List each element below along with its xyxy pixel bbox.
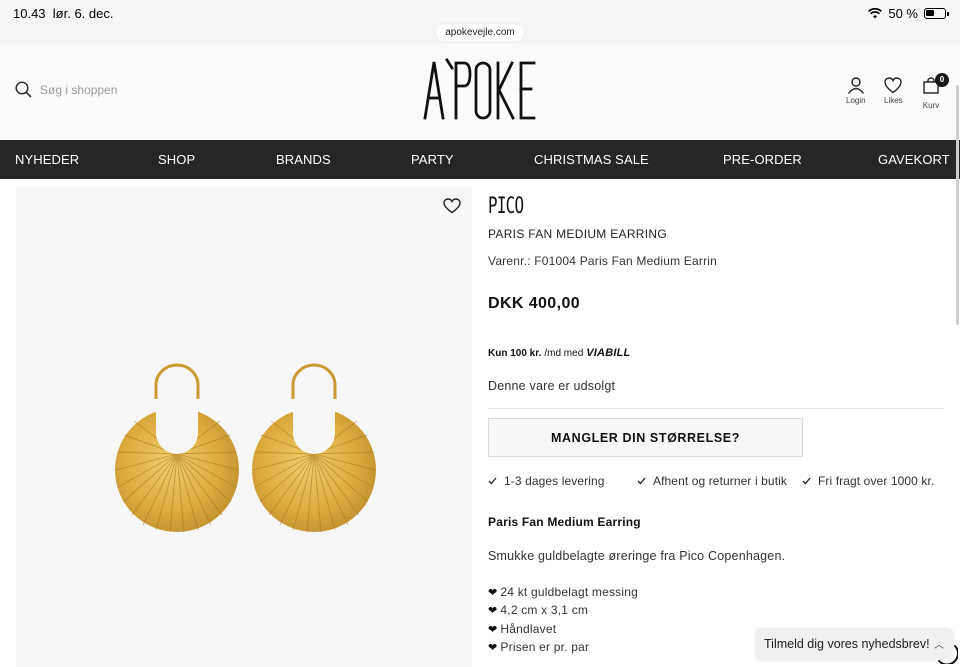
main-nav: NYHEDER SHOP BRANDS PARTY CHRISTMAS SALE…: [0, 140, 960, 179]
description-title: Paris Fan Medium Earring: [488, 515, 641, 529]
heart-icon: [884, 77, 903, 94]
nav-item-pre-order[interactable]: PRE-ORDER: [723, 152, 802, 167]
viabill-amount: Kun 100 kr.: [488, 347, 542, 359]
search-input[interactable]: Søg i shoppen: [40, 83, 117, 97]
stock-status: Denne vare er udsolgt: [488, 379, 616, 393]
product-name: PARIS FAN MEDIUM EARRING: [488, 227, 667, 241]
nav-item-nyheder[interactable]: NYHEDER: [15, 152, 79, 167]
feature-item: ❤ 24 kt guldbelagt messing: [488, 584, 638, 602]
feature-text: 4,2 cm x 3,1 cm: [500, 603, 589, 618]
feature-text: 24 kt guldbelagt messing: [500, 585, 638, 599]
nav-item-christmas-sale[interactable]: CHRISTMAS SALE: [534, 152, 649, 167]
date: lør. 6. dec.: [52, 6, 114, 21]
usp-free-shipping: Fri fragt over 1000 kr.: [802, 474, 934, 488]
viabill-logo: VIABILL: [586, 347, 631, 359]
heart-bullet-icon: ❤: [488, 587, 498, 599]
checkmark-icon: [637, 477, 646, 485]
status-indicators: 50 %: [868, 6, 949, 21]
heart-bullet-icon: ❤: [488, 641, 498, 654]
clock: 10.43: [13, 6, 46, 21]
usp-label: Afhent og returner i butik: [653, 474, 788, 488]
wifi-icon: [868, 8, 883, 19]
user-icon: [847, 77, 864, 94]
scrollbar[interactable]: [956, 85, 959, 325]
usp-delivery: 1-3 dages levering: [488, 474, 605, 488]
battery-percent: 50 %: [888, 6, 918, 21]
description-text: Smukke guldbelagte øreringe fra Pico Cop…: [488, 549, 786, 563]
site-header: Søg i shoppen Login Likes 0 Kurv: [0, 44, 960, 140]
feature-item: ❤ Håndlavet: [488, 621, 638, 639]
feature-text: Prisen er pr. par: [500, 639, 590, 654]
nav-item-brands[interactable]: BRANDS: [276, 152, 331, 167]
url-bar[interactable]: apokevejle.com: [436, 24, 524, 41]
viabill-suffix: /md med: [544, 347, 584, 359]
wishlist-heart-icon[interactable]: [443, 198, 461, 214]
loading-spinner-icon: [938, 645, 958, 664]
battery-icon: [924, 8, 949, 19]
usp-pickup: Afhent og returner i butik: [637, 474, 787, 488]
nav-item-shop[interactable]: SHOP: [158, 152, 195, 167]
likes-button[interactable]: Likes: [884, 77, 903, 105]
feature-text: Håndlavet: [500, 621, 557, 636]
feature-item: ❤ Prisen er pr. par: [488, 639, 638, 657]
status-bar: 10.43 lør. 6. dec. 50 % apokevejle.com: [0, 0, 960, 44]
checkmark-icon: [802, 477, 811, 485]
viabill-info[interactable]: Kun 100 kr. /md med VIABILL: [488, 347, 630, 359]
feature-item: ❤ 4,2 cm x 3,1 cm: [488, 602, 638, 620]
likes-label: Likes: [884, 96, 903, 105]
cart-icon-wrap: 0: [922, 73, 949, 99]
heart-bullet-icon: ❤: [488, 623, 498, 636]
search-icon[interactable]: [15, 81, 32, 98]
login-label: Login: [846, 96, 866, 105]
nav-item-gavekort[interactable]: GAVEKORT: [878, 152, 950, 167]
newsletter-signup-button[interactable]: Tilmeld dig vores nyhedsbrev! ︿: [756, 628, 952, 659]
cart-button[interactable]: 0 Kurv: [922, 73, 949, 110]
usp-label: 1-3 dages levering: [504, 474, 605, 488]
product-price: DKK 400,00: [488, 295, 581, 312]
cart-count-badge: 0: [935, 73, 949, 87]
cart-label: Kurv: [922, 101, 940, 110]
feature-list: ❤ 24 kt guldbelagt messing ❤ 4,2 cm x 3,1 …: [488, 584, 638, 657]
product-image[interactable]: [16, 187, 472, 667]
product-sku: Varenr.: F01004 Paris Fan Medium Earrin: [488, 254, 718, 268]
nav-item-party[interactable]: PARTY: [411, 152, 454, 167]
heart-bullet-icon: ❤: [488, 605, 498, 618]
search-bar[interactable]: Søg i shoppen: [15, 81, 117, 98]
status-time: 10.43 lør. 6. dec.: [13, 6, 113, 21]
earrings-image: [115, 363, 376, 533]
product-brand[interactable]: PICO: [488, 194, 524, 219]
missing-size-button[interactable]: MANGLER DIN STØRRELSE?: [488, 418, 803, 457]
site-logo[interactable]: [423, 58, 537, 122]
usp-label: Fri fragt over 1000 kr.: [818, 474, 935, 488]
checkmark-icon: [488, 477, 497, 485]
newsletter-label: Tilmeld dig vores nyhedsbrev!: [764, 636, 930, 651]
login-button[interactable]: Login: [846, 77, 866, 105]
divider: [488, 408, 944, 409]
